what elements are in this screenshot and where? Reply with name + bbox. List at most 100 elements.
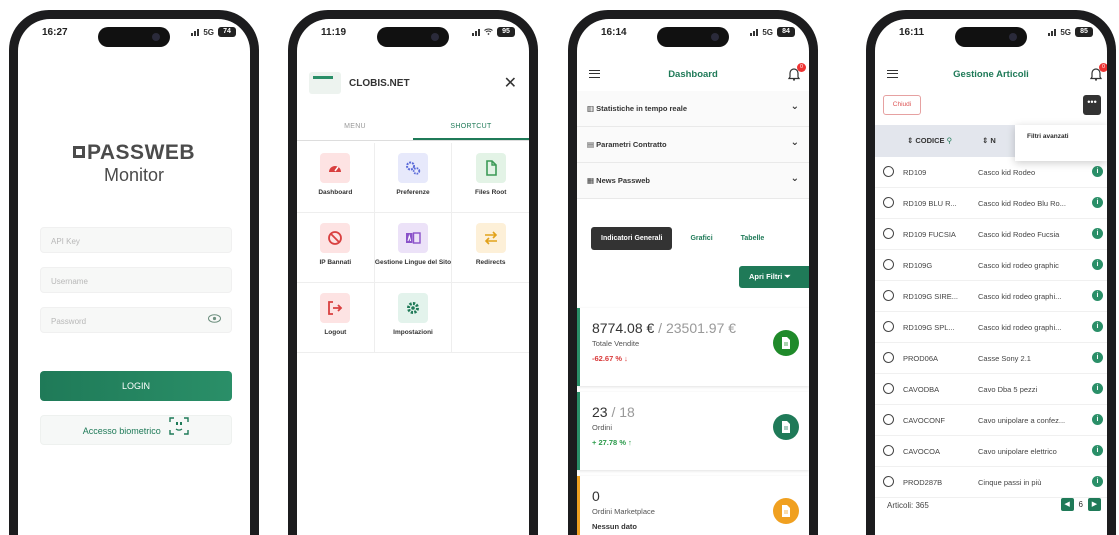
battery-icon: 95 (497, 27, 515, 37)
password-placeholder: Password (51, 317, 87, 326)
info-icon[interactable]: i (1092, 414, 1103, 425)
eye-icon[interactable] (208, 314, 221, 326)
radio-button[interactable] (883, 197, 894, 208)
segment-tabelle[interactable]: Tabelle (731, 227, 775, 250)
gear-icon (398, 293, 428, 323)
shortcut-dashboard[interactable]: Dashboard (297, 143, 375, 212)
article-code: RD109G SIRE... (903, 292, 959, 301)
phone-menu: 11:19 95 CLOBIS.NET ✕ MENU SHORTCUT Dash… (288, 10, 538, 535)
info-icon[interactable]: i (1092, 352, 1103, 363)
info-icon[interactable]: i (1092, 445, 1103, 456)
table-row[interactable]: CAVOCONF Cavo unipolare a confez... i (875, 405, 1107, 436)
article-code: RD109 FUCSIA (903, 230, 956, 239)
radio-button[interactable] (883, 321, 894, 332)
more-options-button[interactable]: ••• (1083, 95, 1101, 115)
kpi-value: 23 / 18 (592, 404, 635, 420)
info-icon[interactable]: i (1092, 228, 1103, 239)
radio-button[interactable] (883, 228, 894, 239)
bell-icon[interactable]: 0 (1089, 63, 1107, 81)
shortcut-row: Logout Impostazioni (297, 283, 529, 353)
table-row[interactable]: RD109 BLU R... Casco kid Rodeo Blu Ro...… (875, 188, 1107, 219)
shortcut-label: Dashboard (318, 189, 353, 196)
battery-icon: 85 (1075, 27, 1093, 37)
tab-menu[interactable]: MENU (297, 113, 413, 140)
radio-button[interactable] (883, 259, 894, 270)
table-row[interactable]: RD109G SPL... Casco kid rodeo graphi... … (875, 312, 1107, 343)
articles-count: Articoli: 365 (887, 501, 929, 510)
shortcut-empty (452, 283, 529, 352)
password-input[interactable]: Password (40, 307, 232, 333)
shortcut-label: Impostazioni (393, 329, 433, 336)
network-label: 5G (762, 27, 773, 37)
column-codice[interactable]: ⇕ CODICE ⚲ (907, 136, 952, 145)
radio-button[interactable] (883, 414, 894, 425)
document-icon[interactable] (773, 414, 799, 440)
info-icon[interactable]: i (1092, 290, 1103, 301)
api-key-input[interactable]: API Key (40, 227, 232, 253)
kpi-value: 8774.08 € / 23501.97 € (592, 320, 737, 336)
accordion-statistiche[interactable]: ▥ Statistiche in tempo reale ⌄ (577, 91, 809, 127)
document-icon[interactable] (773, 330, 799, 356)
menu-header: CLOBIS.NET ✕ (309, 63, 517, 103)
radio-button[interactable] (883, 383, 894, 394)
filtri-avanzati-menu-item[interactable]: Filtri avanzati (1015, 125, 1107, 161)
document-icon: ▤ (587, 140, 597, 149)
next-page-icon[interactable]: ▶ (1088, 498, 1101, 511)
table-row[interactable]: CAVODBA Cavo Dba 5 pezzi i (875, 374, 1107, 405)
table-row[interactable]: CAVOCOA Cavo unipolare elettrico i (875, 436, 1107, 467)
search-icon: ⚲ (946, 136, 953, 145)
accordion-news[interactable]: ▦ News Passweb ⌄ (577, 163, 809, 199)
table-row[interactable]: PROD06A Casse Sony 2.1 i (875, 343, 1107, 374)
accordion-parametri[interactable]: ▤ Parametri Contratto ⌄ (577, 127, 809, 163)
table-row[interactable]: RD109 FUCSIA Casco kid Rodeo Fucsia i (875, 219, 1107, 250)
article-code: RD109G (903, 261, 933, 270)
article-description: Casco kid rodeo graphi... (978, 292, 1062, 301)
shortcut-label: Preferenze (396, 189, 430, 196)
shortcut-preferenze[interactable]: Preferenze (375, 143, 453, 212)
segment-grafici[interactable]: Grafici (680, 227, 722, 250)
table-row[interactable]: RD109G Casco kid rodeo graphic i (875, 250, 1107, 281)
shortcut-gestione-lingue-del-sito[interactable]: Gestione Lingue del Sito (375, 213, 453, 282)
shortcut-logout[interactable]: Logout (297, 283, 375, 352)
info-icon[interactable]: i (1092, 383, 1103, 394)
phone-articoli: 16:11 5G 85 Gestione Articoli 0 Chiudi •… (866, 10, 1116, 535)
shortcut-files-root[interactable]: Files Root (452, 143, 529, 212)
document-icon[interactable] (773, 498, 799, 524)
radio-button[interactable] (883, 166, 894, 177)
prev-page-icon[interactable]: ◀ (1060, 498, 1074, 511)
info-icon[interactable]: i (1092, 476, 1103, 487)
close-icon[interactable]: ✕ (504, 73, 517, 93)
segment-control: Indicatori Generali Grafici Tabelle (591, 227, 809, 250)
shortcut-redirects[interactable]: Redirects (452, 213, 529, 282)
radio-button[interactable] (883, 476, 894, 487)
kpi-label: Ordini (592, 423, 613, 432)
chevron-down-icon: ⌄ (790, 101, 799, 112)
brand-logo (309, 72, 341, 94)
tab-shortcut[interactable]: SHORTCUT (413, 113, 529, 140)
signal-icon (750, 28, 759, 36)
open-filters-button[interactable]: Apri Filtri ⏷ (739, 266, 809, 288)
table-row[interactable]: PROD287B Cinque passi in più i (875, 467, 1107, 498)
close-button[interactable]: Chiudi (883, 95, 921, 115)
column-descrizione[interactable]: ⇕ N (982, 136, 996, 145)
info-icon[interactable]: i (1092, 321, 1103, 332)
notification-badge: 0 (1099, 63, 1107, 72)
shortcut-impostazioni[interactable]: Impostazioni (375, 283, 453, 352)
username-input[interactable]: Username (40, 267, 232, 293)
dynamic-island (657, 27, 729, 47)
kpi-card: 8774.08 € / 23501.97 € Totale Vendite -6… (577, 308, 809, 386)
radio-button[interactable] (883, 352, 894, 363)
segment-indicatori[interactable]: Indicatori Generali (591, 227, 673, 250)
radio-button[interactable] (883, 445, 894, 456)
login-button[interactable]: LOGIN (40, 371, 232, 401)
radio-button[interactable] (883, 290, 894, 301)
bell-icon[interactable]: 0 (787, 63, 806, 81)
info-icon[interactable]: i (1092, 259, 1103, 270)
language-icon (398, 223, 428, 253)
table-row[interactable]: RD109G SIRE... Casco kid rodeo graphi...… (875, 281, 1107, 312)
info-icon[interactable]: i (1092, 166, 1103, 177)
biometric-button[interactable]: Accesso biometrico (40, 415, 232, 445)
info-icon[interactable]: i (1092, 197, 1103, 208)
shortcut-ip-bannati[interactable]: IP Bannati (297, 213, 375, 282)
table-row[interactable]: RD109 Casco kid Rodeo i (875, 157, 1107, 188)
